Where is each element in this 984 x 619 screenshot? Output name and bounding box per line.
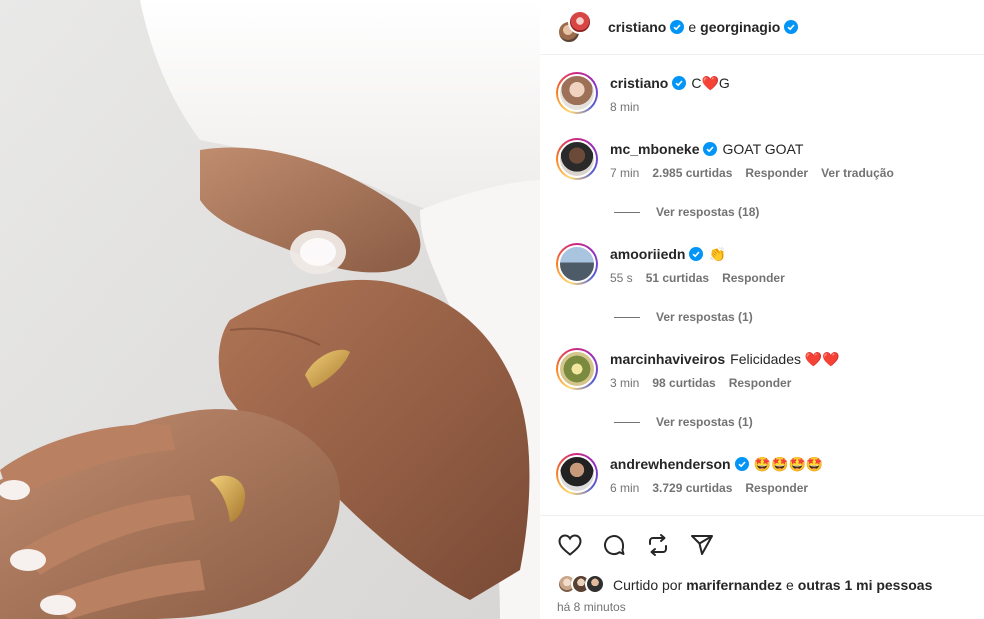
- comment-text: 🤩🤩🤩🤩: [753, 456, 824, 472]
- reply-button[interactable]: Responder: [729, 376, 792, 390]
- translate-button[interactable]: Ver tradução: [821, 166, 894, 180]
- comment-username[interactable]: cristiano: [610, 74, 668, 92]
- avatar[interactable]: [556, 348, 598, 390]
- repost-icon[interactable]: [645, 532, 671, 558]
- comment-likes[interactable]: 98 curtidas: [652, 376, 715, 390]
- comment-text: GOAT GOAT: [722, 141, 804, 157]
- comment-likes[interactable]: 2.985 curtidas: [652, 166, 732, 180]
- liked-by-others[interactable]: outras 1 mi pessoas: [798, 577, 933, 593]
- comment-time[interactable]: 3 min: [610, 376, 639, 390]
- comment-username[interactable]: mc_mboneke: [610, 140, 699, 158]
- comment-time[interactable]: 7 min: [610, 166, 639, 180]
- view-replies-button[interactable]: Ver respostas (18): [614, 205, 759, 219]
- liked-by: Curtido por marifernandez e outras 1 mi …: [557, 574, 932, 596]
- comment-likes[interactable]: 3.729 curtidas: [652, 481, 732, 495]
- replies-divider: [614, 211, 640, 213]
- post-photo: [0, 0, 540, 619]
- author-link-cristiano[interactable]: cristiano: [608, 19, 666, 35]
- comment-time[interactable]: 55 s: [610, 271, 633, 285]
- hands-with-rings-image: [0, 0, 540, 619]
- authors-joiner: e: [688, 19, 697, 35]
- liked-by-prefix: Curtido por: [613, 577, 683, 593]
- liked-by-user[interactable]: marifernandez: [686, 577, 782, 593]
- comment-username[interactable]: amooriiedn: [610, 245, 685, 263]
- comments-list[interactable]: cristiano C❤️G 8 min mc_mboneke GOAT GOA…: [540, 56, 984, 514]
- avatar[interactable]: [556, 453, 598, 495]
- verified-badge-icon: [703, 142, 718, 156]
- post-side-panel: cristiano e georginagio cristiano C❤️G 8…: [540, 0, 984, 619]
- replies-divider: [614, 316, 640, 318]
- comment-likes[interactable]: 51 curtidas: [646, 271, 709, 285]
- post-header: cristiano e georginagio: [540, 0, 984, 55]
- comment-username[interactable]: andrewhenderson: [610, 455, 731, 473]
- avatar[interactable]: [556, 138, 598, 180]
- comment-text: 👏: [708, 246, 726, 262]
- comment-icon[interactable]: [601, 532, 627, 558]
- avatar: [585, 574, 605, 594]
- verified-badge-icon: [672, 76, 687, 90]
- verified-badge-icon: [670, 20, 685, 34]
- liked-by-joiner: e: [785, 577, 794, 593]
- verified-badge-icon: [689, 247, 704, 261]
- comment-username[interactable]: marcinhaviveiros: [610, 350, 725, 368]
- comment-text: C❤️G: [691, 75, 730, 91]
- comment-time[interactable]: 8 min: [610, 100, 639, 114]
- reply-button[interactable]: Responder: [745, 166, 808, 180]
- view-replies-button[interactable]: Ver respostas (1): [614, 415, 753, 429]
- collab-avatars[interactable]: [557, 10, 592, 44]
- liked-by-avatars[interactable]: [557, 574, 607, 596]
- heart-icon[interactable]: [557, 532, 583, 558]
- reply-button[interactable]: Responder: [722, 271, 785, 285]
- comment-text: Felicidades ❤️❤️: [730, 351, 840, 367]
- view-replies-label: Ver respostas (1): [656, 415, 753, 429]
- author-link-georginagio[interactable]: georginagio: [700, 19, 780, 35]
- post-authors: cristiano e georginagio: [608, 19, 799, 35]
- view-replies-label: Ver respostas (18): [656, 205, 760, 219]
- view-replies-label: Ver respostas (1): [656, 310, 753, 324]
- view-replies-button[interactable]: Ver respostas (1): [614, 310, 753, 324]
- reply-button[interactable]: Responder: [745, 481, 808, 495]
- avatar[interactable]: [556, 72, 598, 114]
- share-icon[interactable]: [689, 532, 715, 558]
- avatar: [568, 10, 592, 34]
- replies-divider: [614, 421, 640, 423]
- post-time[interactable]: há 8 minutos: [557, 600, 626, 614]
- comment-time[interactable]: 6 min: [610, 481, 639, 495]
- avatar[interactable]: [556, 243, 598, 285]
- action-icons: [557, 532, 715, 558]
- verified-badge-icon: [784, 20, 799, 34]
- post-actions: Curtido por marifernandez e outras 1 mi …: [540, 515, 984, 619]
- verified-badge-icon: [734, 457, 749, 471]
